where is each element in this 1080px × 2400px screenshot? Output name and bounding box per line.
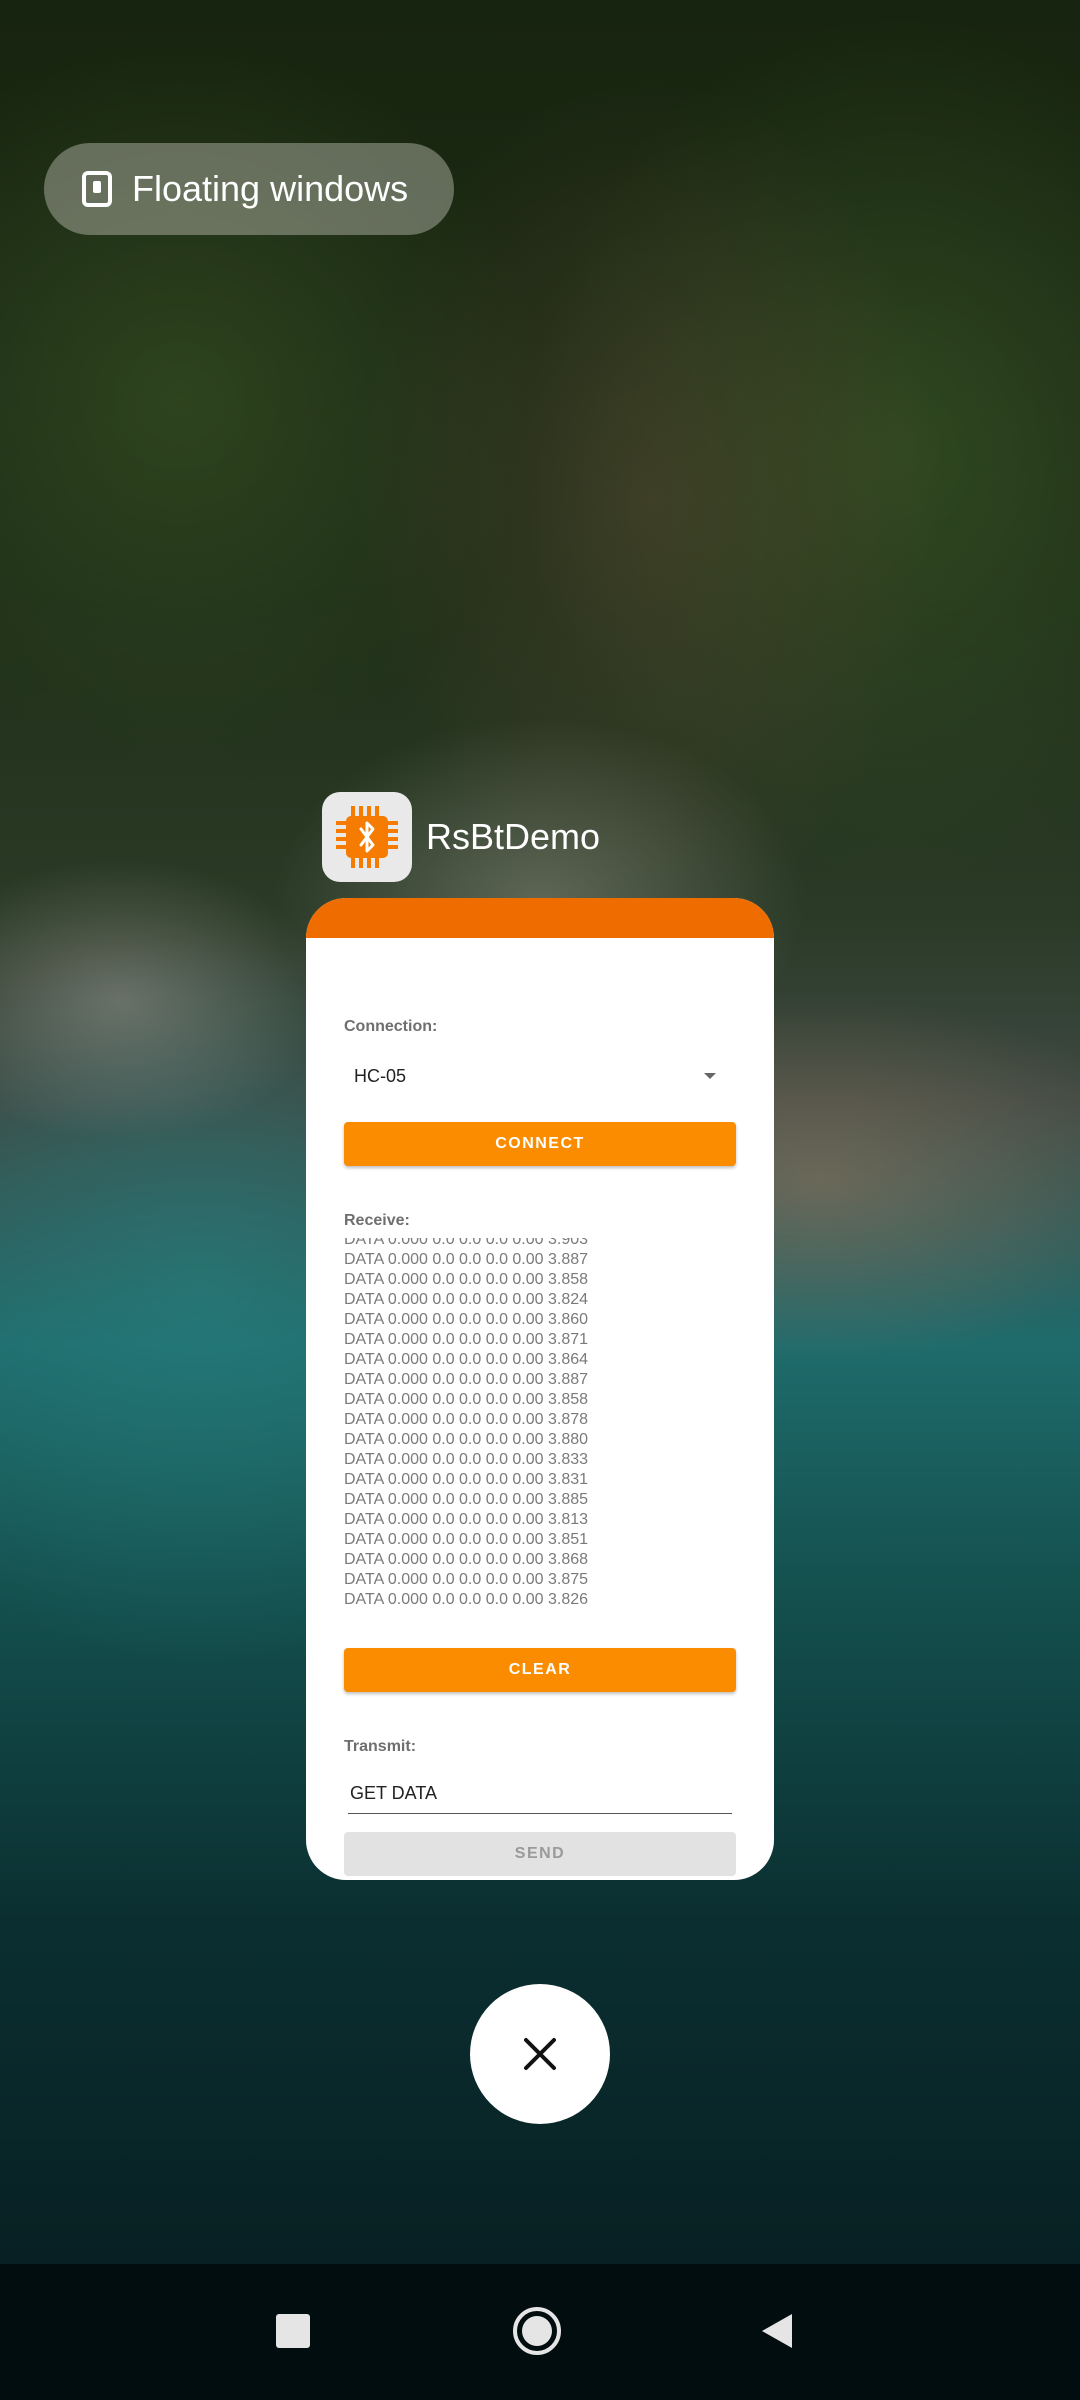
connect-button[interactable]: CONNECT [344, 1122, 736, 1166]
app-floating-window: Connection: HC-05 CONNECT Receive: DATA … [306, 898, 774, 1880]
receive-line: DATA 0.000 0.0 0.0 0.0 0.00 3.871 [344, 1331, 589, 1348]
receive-line: DATA 0.000 0.0 0.0 0.0 0.00 3.903 [344, 1238, 589, 1248]
receive-lines: DATA 0.000 0.0 0.0 0.0 0.00 3.903 DATA 0.… [344, 1238, 588, 1610]
back-icon[interactable] [760, 2312, 794, 2350]
app-toolbar [306, 898, 774, 938]
receive-line: DATA 0.000 0.0 0.0 0.0 0.00 3.864 [344, 1351, 589, 1368]
receive-line: DATA 0.000 0.0 0.0 0.0 0.00 3.824 [344, 1291, 589, 1308]
floating-windows-button[interactable]: Floating windows [44, 143, 454, 235]
transmit-label: Transmit: [344, 1738, 417, 1755]
transmit-input[interactable] [348, 1774, 732, 1814]
device-select[interactable]: HC-05 [344, 1056, 736, 1096]
close-icon [524, 2038, 556, 2070]
receive-line: DATA 0.000 0.0 0.0 0.0 0.00 3.885 [344, 1491, 589, 1508]
receive-line: DATA 0.000 0.0 0.0 0.0 0.00 3.833 [344, 1451, 589, 1468]
connection-label: Connection: [344, 1018, 438, 1035]
app-title: RsBtDemo [426, 816, 601, 857]
receive-log[interactable]: DATA 0.000 0.0 0.0 0.0 0.00 3.903 DATA 0.… [344, 1238, 736, 1610]
clear-button[interactable]: CLEAR [344, 1648, 736, 1692]
app-header: RsBtDemo [322, 792, 600, 882]
recents-icon[interactable] [276, 2314, 310, 2348]
selected-device: HC-05 [354, 1065, 407, 1086]
receive-line: DATA 0.000 0.0 0.0 0.0 0.00 3.813 [344, 1511, 589, 1528]
bluetooth-chip-icon [322, 792, 412, 882]
receive-line: DATA 0.000 0.0 0.0 0.0 0.00 3.851 [344, 1531, 589, 1548]
receive-line: DATA 0.000 0.0 0.0 0.0 0.00 3.860 [344, 1311, 589, 1328]
receive-line: DATA 0.000 0.0 0.0 0.0 0.00 3.858 [344, 1271, 589, 1288]
home-icon[interactable] [512, 2306, 562, 2356]
receive-line: DATA 0.000 0.0 0.0 0.0 0.00 3.831 [344, 1471, 589, 1488]
dropdown-arrow-icon [704, 1073, 716, 1079]
floating-windows-label: Floating windows [132, 168, 409, 209]
receive-line: DATA 0.000 0.0 0.0 0.0 0.00 3.875 [344, 1571, 589, 1588]
receive-line: DATA 0.000 0.0 0.0 0.0 0.00 3.878 [344, 1411, 589, 1428]
send-button[interactable]: SEND [344, 1832, 736, 1876]
receive-line: DATA 0.000 0.0 0.0 0.0 0.00 3.826 [344, 1591, 589, 1608]
receive-label: Receive: [344, 1212, 410, 1229]
navigation-bar [0, 2264, 1080, 2400]
receive-line: DATA 0.000 0.0 0.0 0.0 0.00 3.858 [344, 1391, 589, 1408]
receive-line: DATA 0.000 0.0 0.0 0.0 0.00 3.868 [344, 1551, 589, 1568]
receive-line: DATA 0.000 0.0 0.0 0.0 0.00 3.887 [344, 1251, 589, 1268]
floating-window-icon [82, 171, 112, 207]
receive-line: DATA 0.000 0.0 0.0 0.0 0.00 3.887 [344, 1371, 589, 1388]
receive-line: DATA 0.000 0.0 0.0 0.0 0.00 3.880 [344, 1431, 589, 1448]
close-button[interactable] [470, 1984, 610, 2124]
